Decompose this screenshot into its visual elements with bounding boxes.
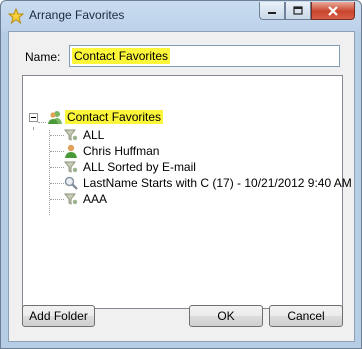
add-folder-button[interactable]: Add Folder (22, 305, 95, 327)
tree-item-label: ALL Sorted by E-mail (83, 160, 196, 174)
title-bar[interactable]: Arrange Favorites (1, 1, 361, 31)
close-icon (328, 5, 338, 16)
filter-icon (63, 161, 78, 173)
tree-item-label: Chris Huffman (83, 144, 160, 158)
minimize-button[interactable] (259, 2, 285, 20)
cancel-button[interactable]: Cancel (269, 305, 343, 327)
dialog-content: Name: Contact Favorites Contact Favorite… (8, 31, 355, 342)
tree-item[interactable]: ALL Sorted by E-mail (63, 159, 198, 175)
contact-group-icon (48, 111, 62, 124)
window-title: Arrange Favorites (29, 8, 125, 22)
collapse-toggle[interactable] (29, 113, 38, 122)
tree-item[interactable]: Chris Huffman (63, 143, 161, 159)
tree-item[interactable]: LastName Starts with C (17) - 10/21/2012… (63, 175, 354, 191)
tree-item-label: AAA (83, 192, 108, 206)
maximize-button[interactable] (285, 2, 311, 20)
maximize-icon (293, 6, 303, 15)
favorites-tree[interactable]: Contact Favorites ALL Chris Huffman ALL … (22, 75, 352, 309)
tree-item-label: ALL (83, 128, 105, 142)
dialog-window: Arrange Favorites Name: Contact Favorite… (0, 0, 362, 349)
star-icon (8, 8, 24, 24)
tree-root-label: Contact Favorites (65, 110, 164, 124)
close-button[interactable] (311, 2, 355, 20)
tree-root-node[interactable]: Contact Favorites (47, 109, 164, 125)
minimize-icon (268, 11, 276, 14)
tree-item[interactable]: ALL (63, 127, 106, 143)
name-input-value: Contact Favorites (72, 48, 171, 64)
name-label: Name: (25, 50, 61, 64)
contact-icon (65, 144, 77, 158)
tree-item[interactable]: AAA (63, 191, 109, 207)
name-input[interactable]: Contact Favorites (69, 45, 340, 67)
ok-button[interactable]: OK (189, 305, 263, 327)
search-icon (64, 176, 78, 190)
filter-icon (63, 129, 78, 141)
filter-icon (63, 193, 78, 205)
tree-item-label: LastName Starts with C (17) - 10/21/2012… (83, 176, 352, 190)
